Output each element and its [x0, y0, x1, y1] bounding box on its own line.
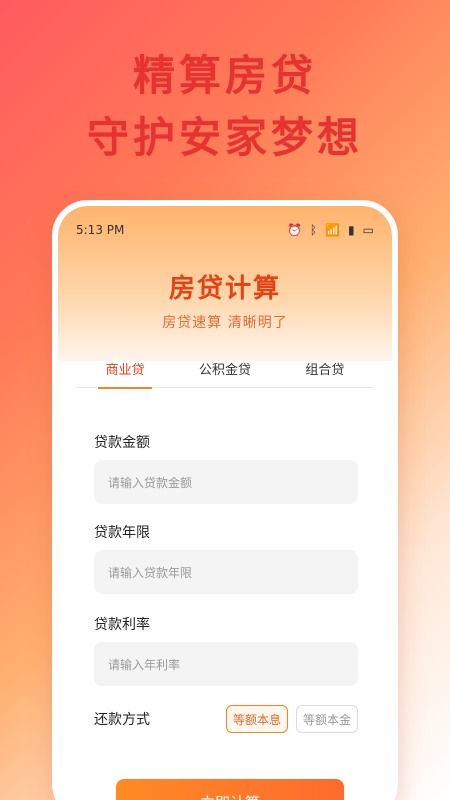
loan-rate-label: 贷款利率: [94, 617, 150, 633]
repay-method-options: 等额本息 等额本金: [226, 705, 358, 733]
loan-amount-label: 贷款金额: [94, 435, 150, 451]
repay-method-row: 还款方式 等额本息 等额本金: [94, 704, 358, 734]
tab-combined-loan[interactable]: 组合贷: [276, 354, 374, 388]
alarm-icon: ⏰: [286, 223, 302, 237]
battery-icon: ▭: [362, 223, 374, 237]
hero-title: 精算房贷: [132, 51, 317, 100]
loan-type-tabs: 商业贷 公积金贷 组合贷: [76, 354, 374, 389]
phone-mockup: 5:13 PM ⏰ ᛒ 📶 ▮ ▭ 房贷计算 房贷速算 清晰明了 商业贷 公积金…: [52, 200, 398, 800]
loan-term-placeholder: 请输入贷款年限: [108, 565, 193, 580]
loan-term-input[interactable]: 请输入贷款年限: [94, 550, 358, 594]
loan-rate-input[interactable]: 请输入年利率: [94, 642, 358, 686]
status-time: 5:13 PM: [76, 223, 125, 237]
hero-subtitle: 守护安家梦想: [86, 113, 363, 162]
equal-principal-button[interactable]: 等额本金: [296, 705, 358, 733]
equal-installment-button[interactable]: 等额本息: [226, 705, 288, 733]
loan-amount-input[interactable]: 请输入贷款金额: [94, 460, 358, 504]
page-subtitle: 房贷速算 清晰明了: [162, 315, 288, 331]
bluetooth-icon: ᛒ: [309, 223, 318, 237]
page-title: 房贷计算: [168, 274, 281, 304]
repay-method-label: 还款方式: [94, 712, 150, 728]
loan-amount-placeholder: 请输入贷款金额: [108, 475, 193, 490]
loan-term-label: 贷款年限: [94, 525, 150, 541]
signal-icon: ▮: [348, 223, 355, 237]
loan-form: 贷款金额 请输入贷款金额 贷款年限 请输入贷款年限 贷款利率 请输入年利率 还款…: [74, 410, 376, 800]
wifi-icon: 📶: [325, 223, 341, 237]
tab-commercial-loan[interactable]: 商业贷: [76, 354, 174, 389]
hero-banner: 精算房贷 守护安家梦想: [0, 48, 450, 166]
phone-screen: 5:13 PM ⏰ ᛒ 📶 ▮ ▭ 房贷计算 房贷速算 清晰明了 商业贷 公积金…: [58, 206, 392, 800]
tab-provident-fund-loan[interactable]: 公积金贷: [176, 354, 274, 388]
calculate-button[interactable]: 立即计算: [116, 779, 344, 800]
status-bar: 5:13 PM ⏰ ᛒ 📶 ▮ ▭: [76, 220, 374, 240]
status-icons: ⏰ ᛒ 📶 ▮ ▭: [287, 223, 374, 237]
loan-rate-placeholder: 请输入年利率: [108, 657, 181, 672]
